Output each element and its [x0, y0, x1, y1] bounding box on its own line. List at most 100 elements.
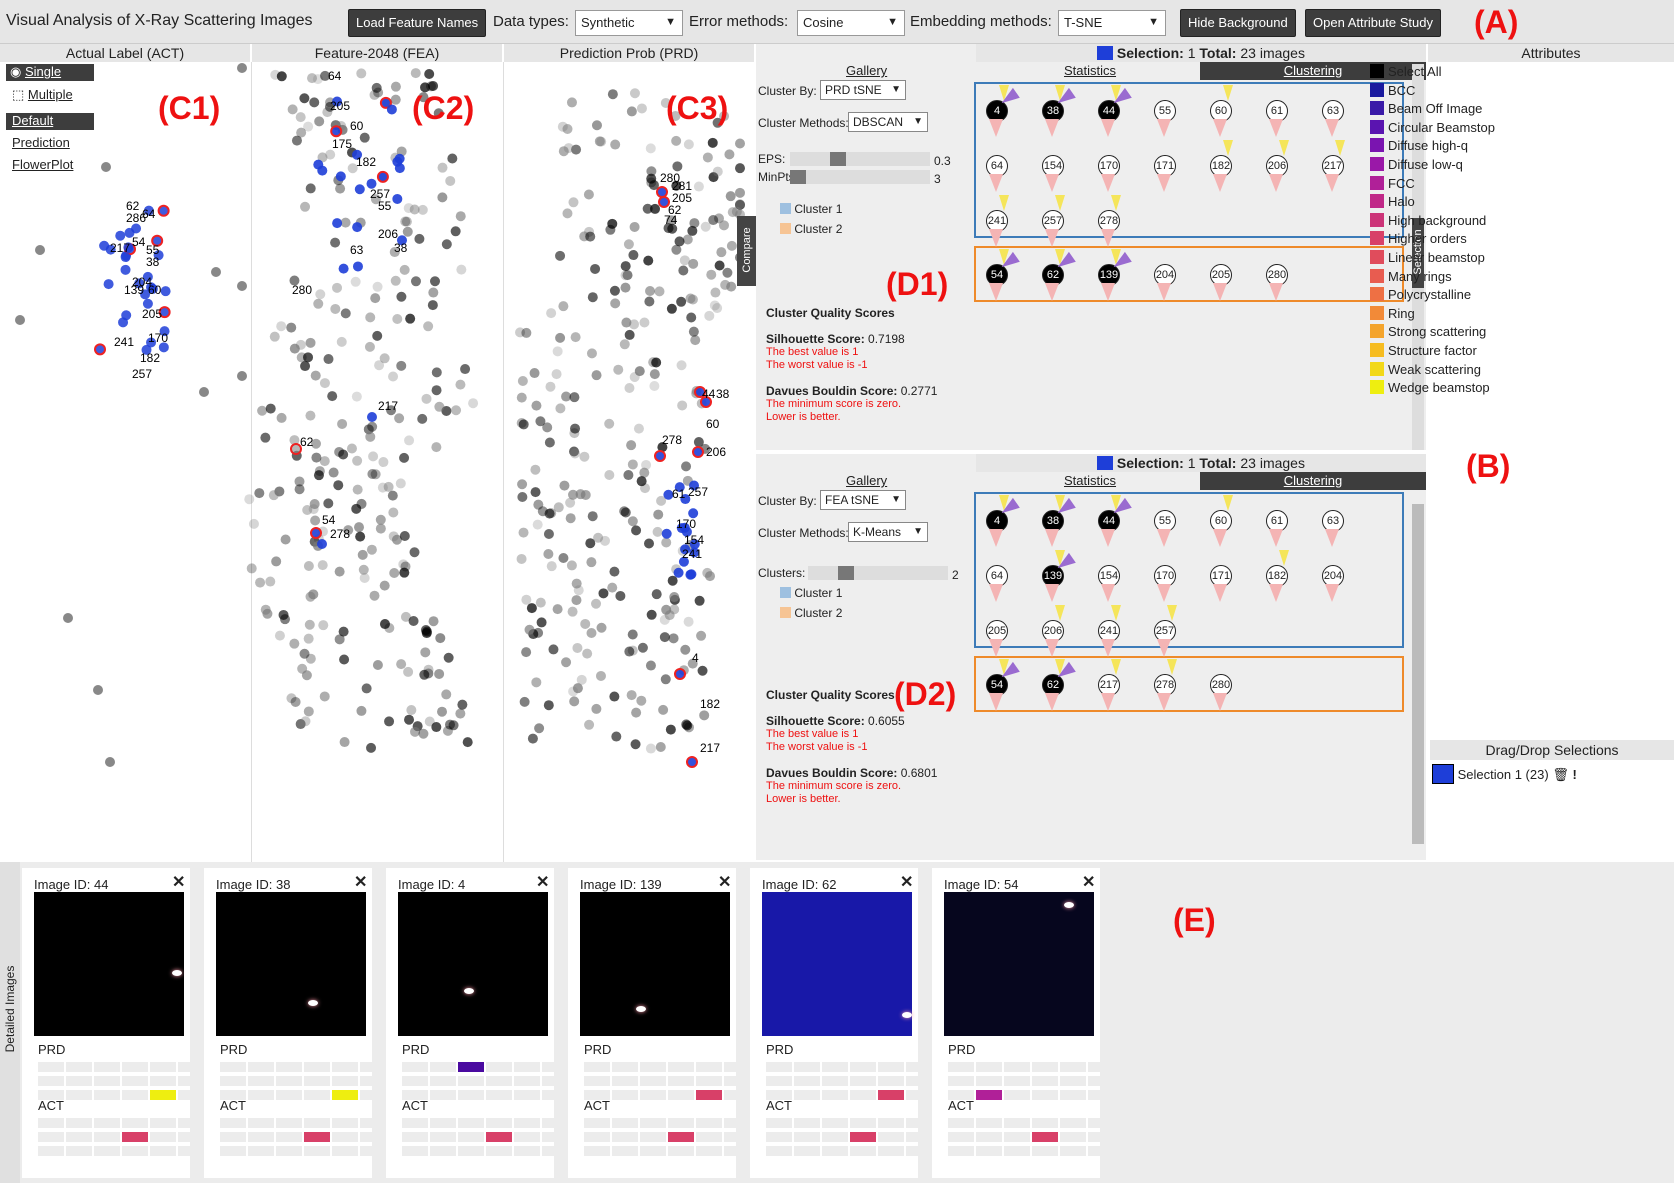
cluster-node[interactable]: 60 [1210, 85, 1233, 137]
scatter-point[interactable] [710, 287, 721, 298]
cluster-node[interactable]: 63 [1322, 100, 1344, 137]
scatter-point[interactable] [685, 293, 696, 304]
cluster-node[interactable]: 241 [986, 195, 1009, 247]
scatter-point[interactable] [350, 276, 361, 287]
scatter-point[interactable] [700, 221, 711, 232]
scatter-point[interactable] [598, 588, 609, 599]
scatter-point[interactable] [402, 226, 413, 237]
scatter-point[interactable] [586, 627, 597, 638]
scatter-point[interactable] [445, 175, 456, 186]
scatter-point[interactable] [580, 489, 591, 500]
single-mode-button[interactable]: ◉ Single [6, 64, 94, 81]
scatter-point[interactable] [568, 197, 579, 208]
scatter-point[interactable] [587, 292, 598, 303]
scatter-point[interactable] [456, 264, 467, 275]
scatter-point[interactable] [572, 642, 583, 653]
scatter-point[interactable] [330, 237, 341, 248]
scatter-point[interactable] [392, 193, 403, 204]
scatter-point[interactable] [303, 633, 314, 644]
close-icon[interactable]: ✕ [354, 872, 367, 892]
cluster-node[interactable]: 64 [986, 155, 1008, 192]
scatter-point[interactable] [623, 239, 634, 250]
scatter-point[interactable] [384, 716, 395, 727]
scatter-point[interactable] [623, 470, 634, 481]
scatter-point[interactable] [367, 412, 377, 422]
scatter-point[interactable] [392, 156, 403, 167]
scatter-point[interactable] [543, 700, 554, 711]
scatter-point[interactable] [260, 604, 271, 615]
scatter-point[interactable] [325, 149, 336, 160]
scatter-point[interactable] [516, 418, 527, 429]
scatter-point[interactable] [631, 525, 642, 536]
close-icon[interactable]: ✕ [718, 872, 731, 892]
cluster-node[interactable]: 54 [986, 249, 1020, 301]
scatter-point[interactable] [359, 573, 370, 584]
tab-statistics[interactable]: Statistics [1064, 63, 1116, 78]
scatter-point[interactable] [624, 382, 635, 393]
scatter-point[interactable] [645, 285, 656, 296]
image-card[interactable]: Image ID: 139 ✕ PRD ACT [568, 868, 750, 1178]
scatter-point[interactable] [604, 469, 615, 480]
cluster-node[interactable]: 171 [1210, 565, 1232, 602]
scatter-point[interactable] [319, 378, 330, 389]
scatter-point[interactable] [654, 450, 666, 462]
scatter-point[interactable] [434, 668, 445, 679]
scatter-point[interactable] [254, 488, 265, 499]
scatter-point[interactable] [468, 398, 479, 409]
scatter-point[interactable] [641, 459, 652, 470]
scatter-point[interactable] [300, 716, 311, 727]
cluster-methods-select[interactable]: K-Means ▼ [848, 522, 928, 542]
scatter-point[interactable] [289, 638, 300, 649]
scatter-point[interactable] [244, 494, 255, 505]
scatter-point[interactable] [260, 432, 271, 443]
scatter-point[interactable] [530, 464, 541, 475]
scatter-point[interactable] [587, 511, 598, 522]
scatter-point[interactable] [274, 630, 285, 641]
scatter-point[interactable] [667, 575, 678, 586]
image-card[interactable]: Image ID: 38 ✕ PRD ACT [204, 868, 386, 1178]
scatter-point[interactable] [352, 222, 363, 233]
image-card[interactable]: Image ID: 4 ✕ PRD ACT [386, 868, 568, 1178]
selection-item[interactable]: Selection 1 (23) 🗑 ! [1432, 764, 1577, 784]
cluster-node[interactable]: 204 [1154, 264, 1176, 301]
open-attribute-study-button[interactable]: Open Attribute Study [1305, 9, 1441, 37]
scatter-point[interactable] [315, 289, 326, 300]
scatter-point[interactable] [629, 221, 640, 232]
scatter-point[interactable] [399, 567, 410, 578]
scatter-point[interactable] [561, 657, 572, 668]
scatter-point[interactable] [375, 514, 386, 525]
scatter-point[interactable] [403, 666, 414, 677]
scatter-point[interactable] [584, 719, 595, 730]
scatter-point[interactable] [372, 281, 383, 292]
scatter-point[interactable] [629, 88, 640, 99]
scatter-point[interactable] [546, 561, 557, 572]
scatter-point[interactable] [356, 705, 367, 716]
cluster-node[interactable]: 62 [1042, 249, 1076, 301]
scatter-point[interactable] [681, 719, 692, 730]
scatter-point[interactable] [669, 592, 680, 603]
attribute-item[interactable]: Diffuse low-q [1370, 157, 1463, 172]
scatter-point[interactable] [305, 410, 316, 421]
scatter-point[interactable] [417, 413, 428, 424]
scatter-point[interactable] [388, 371, 399, 382]
scatter-point[interactable] [630, 739, 641, 750]
scatter-point[interactable] [395, 478, 406, 489]
scatter-point[interactable] [101, 162, 111, 172]
scatter-point[interactable] [379, 353, 390, 364]
scatter-point[interactable] [303, 706, 314, 717]
scatter-point[interactable] [590, 263, 601, 274]
scatter-point[interactable] [688, 258, 699, 269]
cluster-node[interactable]: 170 [1154, 565, 1176, 602]
attribute-item[interactable]: Weak scattering [1370, 361, 1481, 377]
cluster-node[interactable]: 64 [986, 565, 1008, 602]
scatter-point[interactable] [327, 391, 338, 402]
scatter-point[interactable] [410, 726, 421, 737]
scatter-point[interactable] [546, 308, 557, 319]
cluster-node[interactable]: 38 [1042, 495, 1076, 547]
cluster-node[interactable]: 54 [986, 659, 1020, 711]
scatter-point[interactable] [724, 149, 735, 160]
scatter-point[interactable] [688, 326, 699, 337]
scatter-point[interactable] [735, 199, 745, 210]
scatter-point[interactable] [624, 329, 635, 340]
slider-track[interactable] [790, 152, 930, 166]
